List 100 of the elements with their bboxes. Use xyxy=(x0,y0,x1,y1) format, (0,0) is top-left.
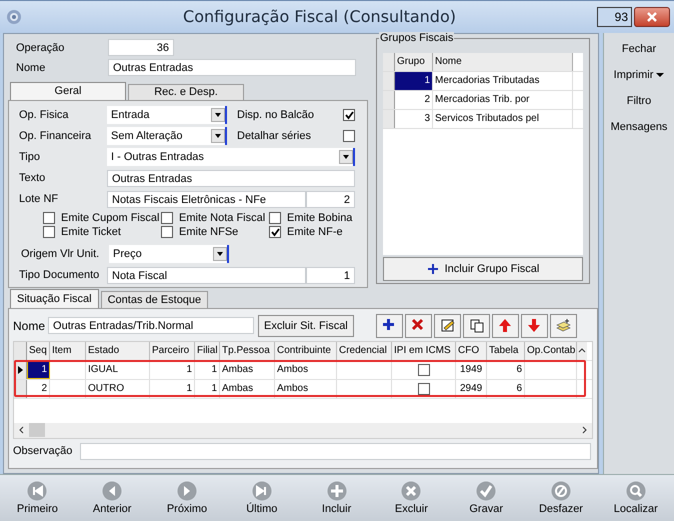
table-cell: Ambos xyxy=(275,380,337,398)
tab[interactable]: Contas de Estoque xyxy=(100,290,208,308)
column-header[interactable]: Tp.Pessoa xyxy=(220,342,275,360)
input-field[interactable] xyxy=(80,442,591,460)
column-header[interactable]: Parceiro xyxy=(150,342,195,360)
checkbox[interactable] xyxy=(161,226,173,238)
toolbar-button[interactable]: Gravar xyxy=(448,475,524,521)
table-cell: 2949 xyxy=(456,380,487,398)
check-icon xyxy=(476,481,496,502)
checkbox[interactable] xyxy=(343,109,355,122)
checkbox[interactable] xyxy=(269,212,281,224)
column-header[interactable]: Estado xyxy=(86,342,150,360)
input-field[interactable]: 2 xyxy=(306,190,355,208)
input-field[interactable]: Outras Entradas xyxy=(107,170,355,187)
toolbar-button[interactable]: Incluir xyxy=(299,475,374,521)
dropdown-field[interactable]: Entrada xyxy=(107,106,227,124)
column-header[interactable]: IPI em ICMS xyxy=(392,342,456,360)
menu-link[interactable]: Filtro xyxy=(626,92,652,109)
menu-link[interactable]: Mensagens xyxy=(610,118,668,135)
input-field[interactable]: 36 xyxy=(108,39,174,56)
input-field[interactable]: Nota Fiscal xyxy=(107,266,306,284)
dropdown-field[interactable]: Preço xyxy=(109,245,229,264)
add-group-button[interactable]: Incluir Grupo Fiscal xyxy=(383,256,583,281)
column-header[interactable]: Credencial xyxy=(337,342,392,360)
horizontal-scrollbar[interactable] xyxy=(14,422,592,438)
scroll-thumb[interactable] xyxy=(29,423,45,438)
window-title: Configuração Fiscal (Consultando) xyxy=(182,7,457,26)
input-field[interactable]: 1 xyxy=(306,266,355,284)
group-title: Grupos Fiscais xyxy=(379,32,454,44)
last-icon xyxy=(252,481,272,502)
previous-icon xyxy=(102,481,122,502)
column-header[interactable]: Grupo xyxy=(395,52,433,71)
menu-link[interactable]: Imprimir xyxy=(614,66,664,83)
field-label: Detalhar séries xyxy=(237,130,312,142)
column-header[interactable]: CFO xyxy=(456,342,487,360)
table-cell: OUTRO xyxy=(86,380,150,398)
column-header[interactable]: Item xyxy=(50,342,86,360)
edit-icon xyxy=(440,318,455,334)
checkbox[interactable] xyxy=(418,382,430,395)
checkbox-label: Emite Cupom Fiscal xyxy=(61,212,160,224)
check-icon xyxy=(270,226,280,237)
delete-icon xyxy=(401,481,422,502)
table-cell: 2 xyxy=(395,90,433,109)
checkbox-label: Emite NFSe xyxy=(179,226,238,238)
dropdown-field[interactable]: Sem Alteração xyxy=(107,127,227,146)
column-header[interactable]: Op.Contab xyxy=(525,342,577,360)
checkbox-label: Emite NF-e xyxy=(287,226,343,238)
table-cell: 2 xyxy=(27,380,50,398)
delete-button[interactable]: Excluir Sit. Fiscal xyxy=(258,314,354,337)
arrow-down-icon xyxy=(526,318,542,334)
dropdown-field[interactable]: I - Outras Entradas xyxy=(107,148,355,166)
field-label: Nome xyxy=(15,62,46,74)
checkbox[interactable] xyxy=(43,212,55,224)
input-field[interactable]: Notas Fiscais Eletrônicas - NFe xyxy=(107,190,306,208)
copy-icon xyxy=(468,318,484,334)
column-header[interactable]: Nome xyxy=(433,52,573,71)
toolbar-button[interactable] xyxy=(434,314,461,338)
table-cell: Ambas xyxy=(220,380,275,398)
table-cell: 6 xyxy=(487,380,525,398)
field-label: Op. Fisica xyxy=(18,109,70,122)
column-header[interactable]: Tabela xyxy=(487,342,525,360)
toolbar-button[interactable] xyxy=(376,314,403,338)
table-cell: Servicos Tributados pel xyxy=(433,110,573,128)
plus-icon xyxy=(326,481,347,502)
menu-link[interactable]: Fechar xyxy=(622,40,656,57)
field-label: Operação xyxy=(15,42,66,54)
checkbox[interactable] xyxy=(343,130,355,142)
toolbar-button[interactable]: Excluir xyxy=(374,475,449,521)
close-button[interactable] xyxy=(634,6,670,27)
tab[interactable]: Situação Fiscal xyxy=(10,288,99,308)
tab[interactable]: Geral xyxy=(10,82,126,100)
undo-icon xyxy=(550,481,571,502)
toolbar-button[interactable]: Próximo xyxy=(150,475,224,521)
caret-icon xyxy=(656,72,664,78)
field-label: Lote NF xyxy=(18,193,60,206)
scroll-left-icon xyxy=(18,426,25,434)
checkbox[interactable] xyxy=(269,226,281,238)
checkbox[interactable] xyxy=(418,364,430,376)
toolbar-button[interactable]: Primeiro xyxy=(0,475,75,521)
toolbar-button[interactable]: Anterior xyxy=(74,475,150,521)
checkbox[interactable] xyxy=(161,212,173,224)
toolbar-button[interactable]: Último xyxy=(224,475,300,521)
checkbox[interactable] xyxy=(43,226,55,238)
toolbar-button[interactable] xyxy=(550,314,577,338)
toolbar-button[interactable] xyxy=(462,314,490,338)
counter-field: 93 xyxy=(597,6,632,27)
column-header[interactable]: Seq xyxy=(27,342,50,360)
input-field[interactable]: Outras Entradas/Trib.Normal xyxy=(48,317,254,334)
close-icon xyxy=(646,10,658,23)
toolbar-button[interactable]: Localizar xyxy=(598,475,674,521)
current-row-icon xyxy=(16,364,24,375)
field-label: Origem Vlr Unit. xyxy=(20,248,100,260)
input-field[interactable]: Outras Entradas xyxy=(108,59,356,76)
checkbox-label: Emite Ticket xyxy=(61,226,121,238)
toolbar-button[interactable]: Desfazer xyxy=(524,475,598,521)
column-header[interactable]: Filial xyxy=(195,342,220,360)
tab[interactable]: Rec. e Desp. xyxy=(128,84,244,100)
plus-icon xyxy=(426,262,439,275)
stack-icon xyxy=(556,318,571,334)
column-header[interactable]: Contribuinte xyxy=(275,342,337,360)
